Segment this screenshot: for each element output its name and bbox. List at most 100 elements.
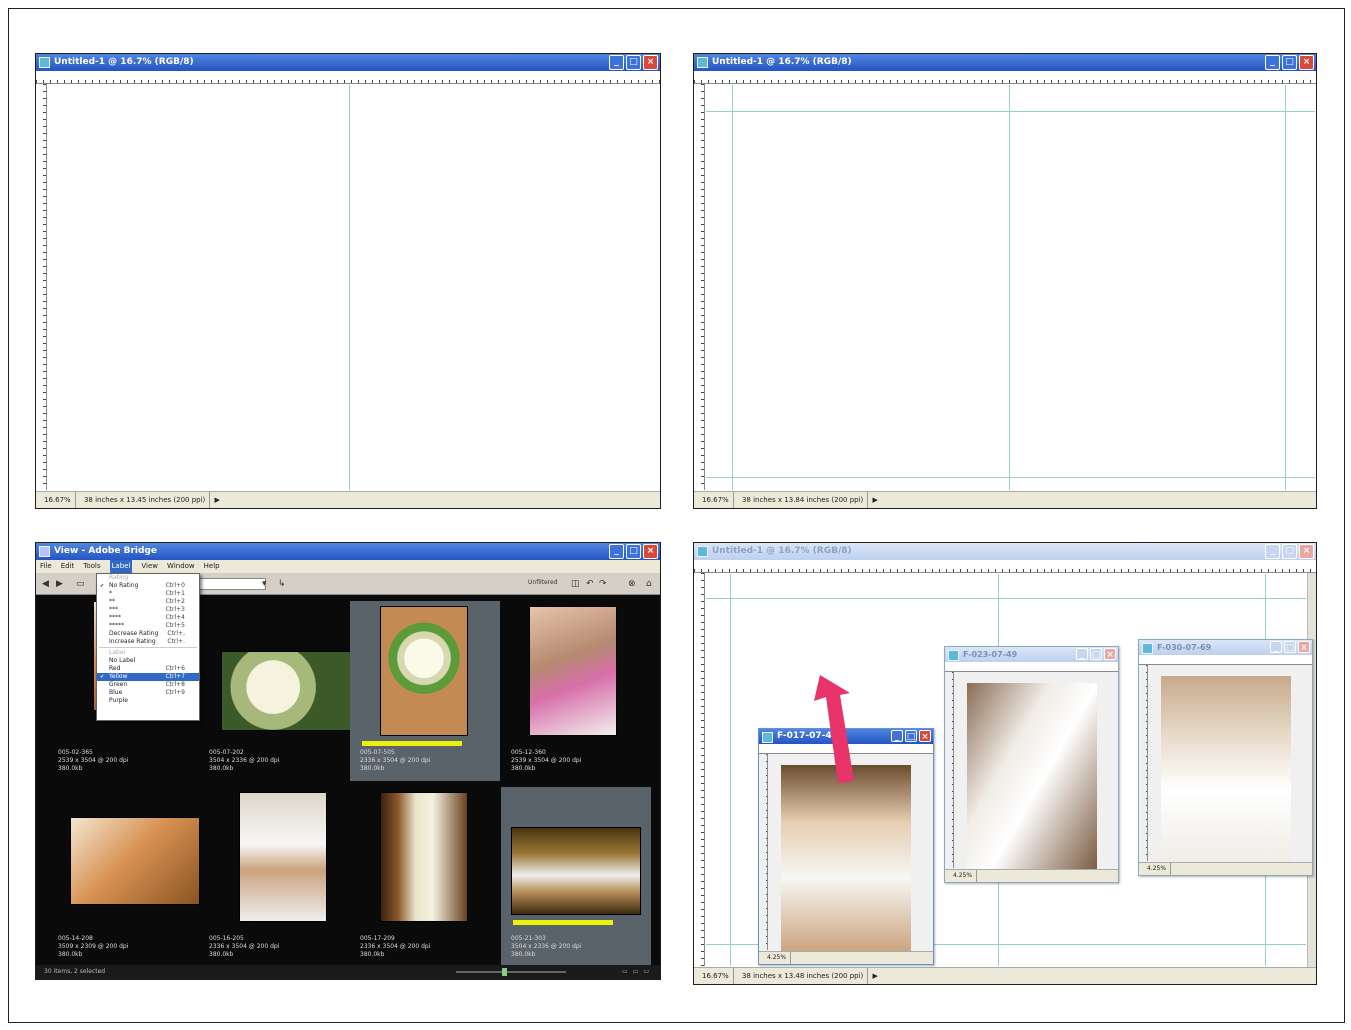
folder-icon[interactable]: ▭ (76, 579, 85, 589)
guide-center[interactable] (1009, 85, 1010, 490)
thumbnail-item[interactable]: 005-07-505 2336 x 3504 @ 200 dpi 380.0kb (350, 601, 500, 781)
menu-item-no-label[interactable]: No Label (97, 657, 199, 665)
guide-top[interactable] (706, 598, 1306, 599)
zoom-readout[interactable]: 4.25% (949, 870, 978, 882)
horizontal-ruler[interactable] (36, 71, 660, 84)
menu-item-no-rating[interactable]: No Rating Ctrl+0 (97, 582, 199, 590)
menu-item-green[interactable]: Green Ctrl+8 (97, 681, 199, 689)
subwindow-titlebar[interactable]: F-023-07-49 _ □ × (945, 647, 1118, 662)
vertical-ruler[interactable] (694, 84, 705, 490)
vertical-ruler[interactable] (945, 672, 954, 868)
minimize-button[interactable]: _ (1265, 55, 1280, 70)
back-icon[interactable]: ◀ (42, 579, 49, 589)
thumbnail-item[interactable]: 005-17-209 2336 x 3504 @ 200 dpi 380.0kb (350, 787, 500, 967)
vertical-ruler[interactable] (1139, 665, 1148, 861)
window-titlebar[interactable]: Untitled-1 @ 16.7% (RGB/8) _ □ × (694, 543, 1316, 560)
menu-view[interactable]: View (141, 560, 158, 573)
menu-item-[interactable]: ** Ctrl+2 (97, 598, 199, 606)
camera-icon[interactable]: ◫ (571, 579, 580, 589)
minimize-button[interactable]: _ (1265, 544, 1280, 559)
maximize-button[interactable]: □ (1282, 544, 1297, 559)
guide-top[interactable] (706, 111, 1315, 112)
status-menu-arrow-icon[interactable]: ▶ (873, 972, 878, 980)
status-menu-arrow-icon[interactable]: ▶ (873, 496, 878, 504)
guide-bottom[interactable] (706, 477, 1315, 478)
close-button[interactable]: × (1299, 55, 1314, 70)
minimize-button[interactable]: _ (1076, 648, 1088, 660)
menu-item-[interactable]: ***** Ctrl+5 (97, 622, 199, 630)
thumbnail-item[interactable]: 005-21-303 3504 x 2336 @ 200 dpi 380.0kb (501, 787, 651, 967)
maximize-button[interactable]: □ (1090, 648, 1102, 660)
minimize-button[interactable]: _ (609, 55, 624, 70)
menu-edit[interactable]: Edit (61, 560, 75, 573)
close-button[interactable]: × (1104, 648, 1116, 660)
zoom-readout[interactable]: 16.67% (40, 492, 76, 508)
minimize-button[interactable]: _ (1270, 641, 1282, 653)
menu-help[interactable]: Help (204, 560, 220, 573)
menu-item-yellow[interactable]: Yellow Ctrl+7 (97, 673, 199, 681)
document-canvas[interactable] (48, 85, 659, 490)
vertical-ruler[interactable] (759, 754, 768, 950)
status-menu-arrow-icon[interactable]: ▶ (215, 496, 220, 504)
horizontal-ruler[interactable] (1139, 655, 1312, 665)
view-mode-icons[interactable]: ▭▭▭ (622, 965, 654, 979)
image-window-f023[interactable]: F-023-07-49 _ □ × 4.25% (944, 646, 1119, 883)
slider-thumb[interactable] (502, 968, 507, 976)
menu-window[interactable]: Window (167, 560, 195, 573)
subwindow-titlebar[interactable]: F-030-07-69 _ □ × (1139, 640, 1312, 655)
close-button[interactable]: × (643, 544, 658, 559)
menu-item-purple[interactable]: Purple (97, 697, 199, 705)
zoom-readout[interactable]: 4.25% (763, 952, 792, 964)
vertical-ruler[interactable] (36, 84, 47, 490)
menu-label[interactable]: Label (109, 560, 133, 573)
window-titlebar[interactable]: Untitled-1 @ 16.7% (RGB/8) _ □ × (694, 54, 1316, 71)
maximize-button[interactable]: □ (1282, 55, 1297, 70)
menu-tools[interactable]: Tools (83, 560, 100, 573)
zoom-readout[interactable]: 16.67% (698, 492, 734, 508)
thumbnail-item[interactable]: 005-07-202 3504 x 2336 @ 200 dpi 380.0kb (199, 601, 351, 781)
close-button[interactable]: × (643, 55, 658, 70)
window-titlebar[interactable]: Untitled-1 @ 16.7% (RGB/8) _ □ × (36, 54, 660, 71)
menu-file[interactable]: File (40, 560, 52, 573)
image-window-f030[interactable]: F-030-07-69 _ □ × 4.25% (1138, 639, 1313, 876)
thumbnail-size-slider[interactable] (456, 971, 566, 973)
close-button[interactable]: × (919, 730, 931, 742)
forward-icon[interactable]: ▶ (56, 579, 63, 589)
menu-item-red[interactable]: Red Ctrl+6 (97, 665, 199, 673)
menu-item-[interactable]: *** Ctrl+3 (97, 606, 199, 614)
document-canvas[interactable] (706, 85, 1315, 490)
guide-right[interactable] (1285, 85, 1286, 490)
maximize-button[interactable]: □ (905, 730, 917, 742)
menu-item-blue[interactable]: Blue Ctrl+9 (97, 689, 199, 697)
go-icon[interactable]: ↳ (278, 579, 286, 589)
horizontal-ruler[interactable] (694, 71, 1316, 84)
path-dropdown-icon[interactable]: ▾ (262, 579, 267, 589)
horizontal-ruler[interactable] (694, 560, 1316, 573)
window-titlebar[interactable]: View - Adobe Bridge _ □ × (36, 543, 660, 560)
minimize-button[interactable]: _ (891, 730, 903, 742)
zoom-readout[interactable]: 16.67% (698, 968, 734, 984)
delete-icon[interactable]: ⊗ (628, 579, 636, 589)
menu-item-decrease-rating[interactable]: Decrease Rating Ctrl+, (97, 630, 199, 638)
rotate-right-icon[interactable]: ↷ (599, 579, 607, 589)
guide-left[interactable] (730, 574, 731, 966)
vertical-ruler[interactable] (694, 573, 705, 966)
close-button[interactable]: × (1298, 641, 1310, 653)
maximize-button[interactable]: □ (626, 55, 641, 70)
minimize-button[interactable]: _ (609, 544, 624, 559)
maximize-button[interactable]: □ (626, 544, 641, 559)
menu-item-[interactable]: **** Ctrl+4 (97, 614, 199, 622)
center-guide[interactable] (349, 85, 350, 490)
menu-item-increase-rating[interactable]: Increase Rating Ctrl+. (97, 638, 199, 646)
guide-left[interactable] (732, 85, 733, 490)
thumbnail-item[interactable]: 005-14-208 3509 x 2309 @ 200 dpi 380.0kb (48, 787, 200, 967)
close-button[interactable]: × (1299, 544, 1314, 559)
maximize-button[interactable]: □ (1284, 641, 1296, 653)
thumbnail-item[interactable]: 005-12-360 2539 x 3504 @ 200 dpi 380.0kb (501, 601, 651, 781)
thumbnail-item[interactable]: 005-16-205 2336 x 3504 @ 200 dpi 380.0kb (199, 787, 349, 967)
filter-menu[interactable]: Unfiltered (528, 579, 558, 586)
menu-item-[interactable]: * Ctrl+1 (97, 590, 199, 598)
zoom-readout[interactable]: 4.25% (1143, 863, 1172, 875)
horizontal-ruler[interactable] (945, 662, 1118, 672)
new-folder-icon[interactable]: ⌂ (646, 579, 652, 589)
